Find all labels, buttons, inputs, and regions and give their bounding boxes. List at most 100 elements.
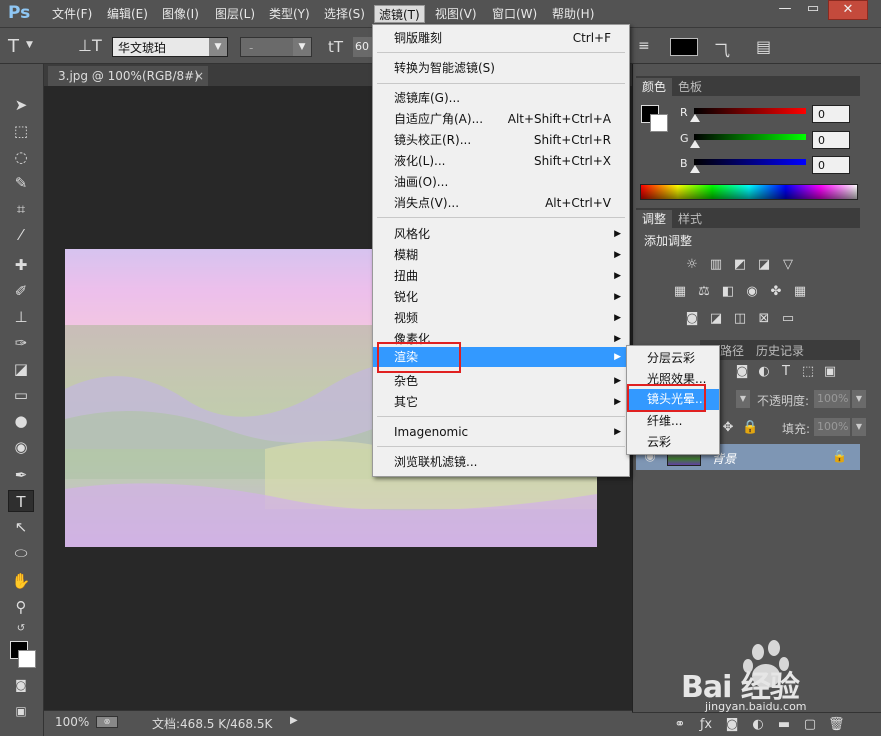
history-brush-tool-icon[interactable]: ✑ [8,332,34,354]
document-tab[interactable]: 3.jpg @ 100%(RGB/8#) * × [48,66,208,103]
menu-file[interactable]: 文件(F) [48,5,96,23]
filter-shape-icon[interactable]: ⬚ [800,364,816,380]
menu-item-stylize[interactable]: 风格化 ▶ [373,224,629,244]
ellipse-tool-icon[interactable]: ⬭ [8,542,34,564]
menu-item-distort[interactable]: 扭曲 ▶ [373,266,629,286]
menu-item-lens-correction[interactable]: 镜头校正(R)... Shift+Ctrl+R [373,130,629,150]
menu-layer[interactable]: 图层(L) [211,5,259,23]
vibrance-icon[interactable]: ▽ [780,257,796,273]
path-select-tool-icon[interactable]: ↖ [8,516,34,538]
color-spectrum-bar[interactable] [640,184,858,200]
justify-icon[interactable]: ≡ [638,38,650,54]
color-balance-icon[interactable]: ⚖ [696,284,712,300]
quick-select-tool-icon[interactable]: ✎ [8,172,34,194]
fill-dropdown[interactable]: ▼ [852,418,866,436]
delete-layer-icon[interactable]: 🗑 [828,717,845,733]
brush-tool-icon[interactable]: ✐ [8,280,34,302]
menu-item-filter-gallery[interactable]: 滤镜库(G)... [373,88,629,108]
maximize-button[interactable]: ▭ [800,0,826,20]
add-mask-icon[interactable]: ◙ [724,717,740,733]
menu-select[interactable]: 选择(S) [320,5,369,23]
swap-colors-icon[interactable]: ↺ [8,618,34,640]
blue-value-input[interactable]: 0 [812,156,850,174]
menu-item-adaptive-wide-angle[interactable]: 自适应广角(A)... Alt+Shift+Ctrl+A [373,109,629,129]
blue-slider[interactable] [694,159,806,165]
background-color-swatch[interactable] [18,650,36,668]
submenu-item-clouds[interactable]: 云彩 [627,432,719,453]
lock-all-icon[interactable]: 🔒 [742,420,758,436]
levels-icon[interactable]: ▥ [708,257,724,273]
status-menu-arrow-icon[interactable]: ▶ [290,715,298,726]
character-panel-icon[interactable]: ▤ [756,37,771,56]
green-value-input[interactable]: 0 [812,131,850,149]
threshold-icon[interactable]: ◫ [732,311,748,327]
filter-adjust-icon[interactable]: ◐ [756,364,772,380]
type-tool-icon[interactable]: T [8,490,34,512]
eraser-tool-icon[interactable]: ◪ [8,358,34,380]
channel-mixer-icon[interactable]: ✤ [768,284,784,300]
invert-icon[interactable]: ◙ [684,311,700,327]
screen-mode-icon[interactable]: ▣ [8,700,34,722]
new-layer-icon[interactable]: ▢ [802,717,818,733]
menu-item-imagenomic[interactable]: Imagenomic ▶ [373,422,629,442]
font-family-select[interactable]: 华文琥珀 ▼ [112,37,228,57]
menu-item-convert-smart-filter[interactable]: 转换为智能滤镜(S) [373,58,629,78]
green-slider-thumb[interactable] [690,140,700,148]
color-lookup-icon[interactable]: ▦ [792,284,808,300]
menu-item-other[interactable]: 其它 ▶ [373,392,629,412]
submenu-item-fibers[interactable]: 纤维... [627,411,719,432]
text-color-swatch[interactable] [670,38,698,56]
crop-tool-icon[interactable]: ⌗ [8,198,34,220]
tab-color[interactable]: 颜色 [636,78,673,96]
fill-input[interactable]: 100% [814,418,850,436]
menu-item-noise[interactable]: 杂色 ▶ [373,371,629,391]
opacity-dropdown[interactable]: ▼ [852,390,866,408]
marquee-tool-icon[interactable]: ⬚ [8,120,34,142]
menu-item-sharpen[interactable]: 锐化 ▶ [373,287,629,307]
menu-item-blur[interactable]: 模糊 ▶ [373,245,629,265]
tab-styles[interactable]: 样式 [672,210,708,228]
selective-color-icon[interactable]: ⊠ [756,311,772,327]
menu-item-video[interactable]: 视频 ▶ [373,308,629,328]
menu-view[interactable]: 视图(V) [431,5,481,23]
menu-image[interactable]: 图像(I) [158,5,203,23]
tab-swatches[interactable]: 色板 [672,78,708,96]
tab-history[interactable]: 历史记录 [750,342,810,360]
move-tool-icon[interactable]: ➤ [8,94,34,116]
close-button[interactable]: ✕ [828,0,868,20]
gradient-map-icon[interactable]: ▭ [780,311,796,327]
posterize-icon[interactable]: ◪ [708,311,724,327]
photo-filter-icon[interactable]: ◉ [744,284,760,300]
menu-help[interactable]: 帮助(H) [548,5,598,23]
new-group-icon[interactable]: ▬ [776,717,792,733]
tool-preset-dropdown-icon[interactable]: ▼ [26,40,33,50]
menu-item-browse-online-filters[interactable]: 浏览联机滤镜... [373,452,629,472]
filter-pixel-icon[interactable]: ◙ [734,364,750,380]
green-slider[interactable] [694,134,806,140]
blue-slider-thumb[interactable] [690,165,700,173]
red-slider[interactable] [694,108,806,114]
blend-mode-dropdown[interactable]: ▼ [736,390,750,408]
dodge-tool-icon[interactable]: ◉ [8,436,34,458]
menu-item-liquify[interactable]: 液化(L)... Shift+Ctrl+X [373,151,629,171]
panel-background-swatch[interactable] [650,114,668,132]
clone-stamp-tool-icon[interactable]: ⊥ [8,306,34,328]
text-tool-icon[interactable]: T [8,36,19,57]
menu-window[interactable]: 窗口(W) [488,5,541,23]
minimize-button[interactable]: — [772,0,798,20]
exposure-icon[interactable]: ◪ [756,257,772,273]
black-white-icon[interactable]: ◧ [720,284,736,300]
lasso-tool-icon[interactable]: ◌ [8,146,34,168]
quick-mask-icon[interactable]: ◙ [8,674,34,696]
opacity-input[interactable]: 100% [814,390,850,408]
filter-smart-icon[interactable]: ▣ [822,364,838,380]
menu-type[interactable]: 类型(Y) [265,5,314,23]
blur-tool-icon[interactable]: ● [8,410,34,432]
menu-item-vanishing-point[interactable]: 消失点(V)... Alt+Ctrl+V [373,193,629,213]
curves-icon[interactable]: ◩ [732,257,748,273]
tab-adjustments[interactable]: 调整 [636,210,673,228]
zoom-level[interactable]: 100% [55,715,89,729]
menu-item-oil-paint[interactable]: 油画(O)... [373,172,629,192]
zoom-tool-icon[interactable]: ⚲ [8,596,34,618]
font-style-select[interactable]: - ▼ [240,37,312,57]
